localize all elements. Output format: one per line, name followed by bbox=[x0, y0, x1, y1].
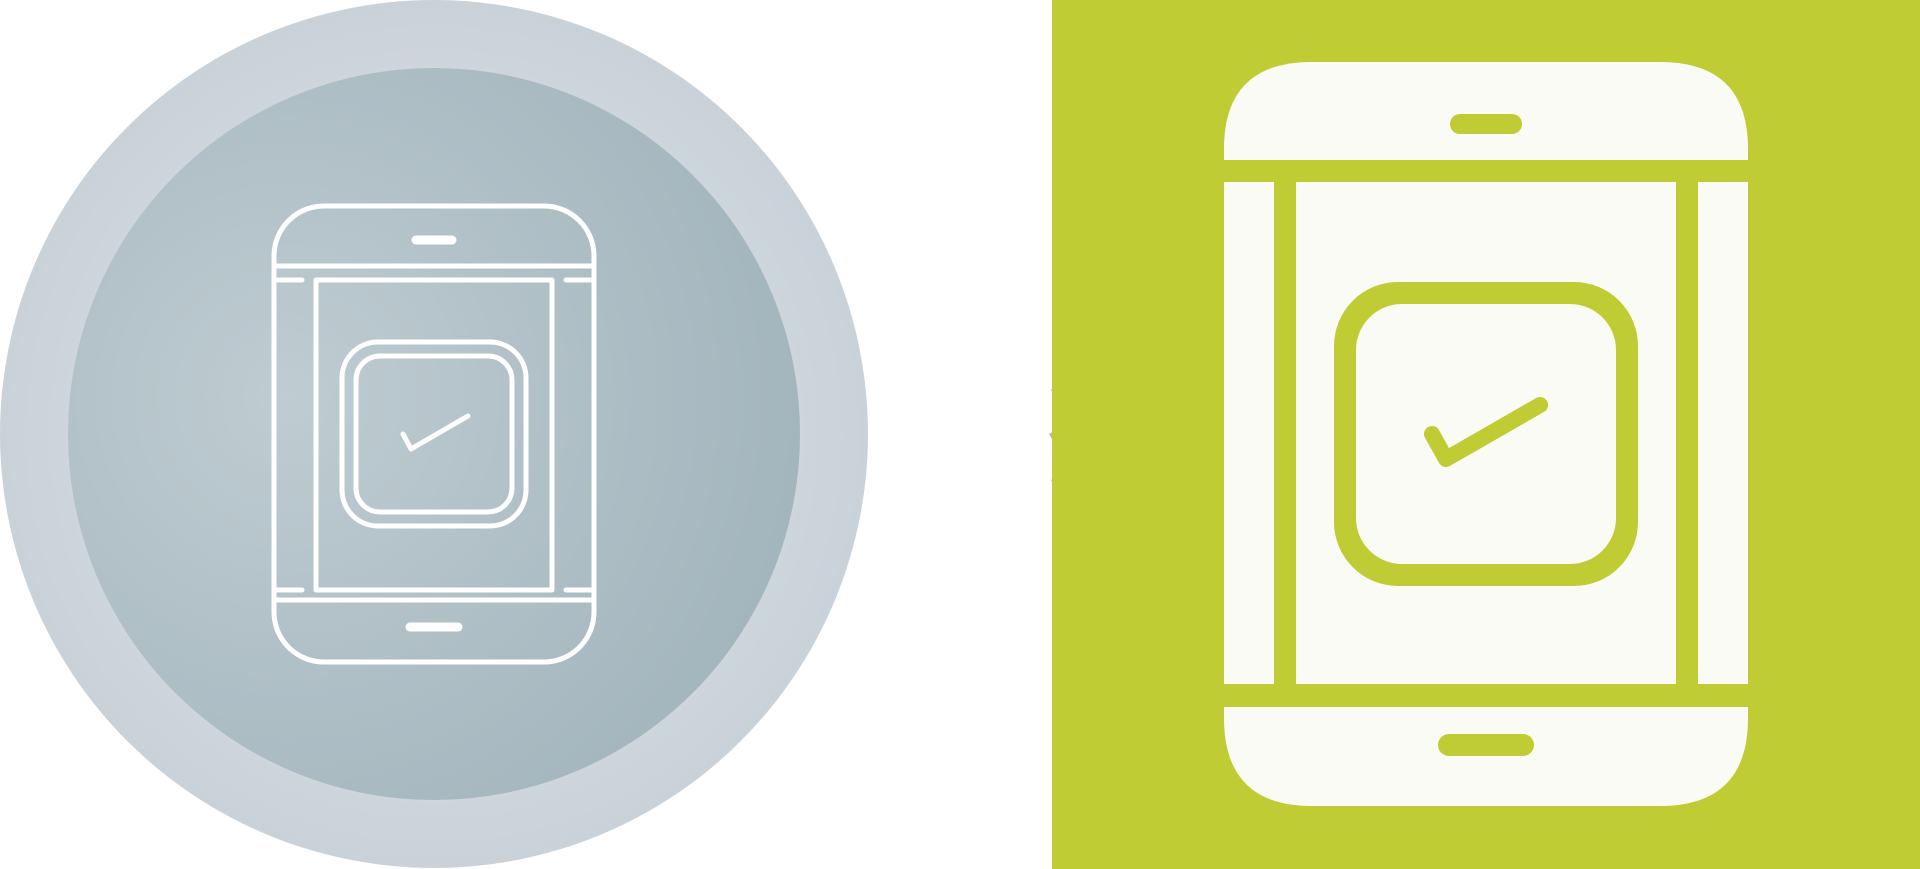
outline-icon-graphic bbox=[0, 0, 868, 868]
glyph-icon-graphic bbox=[1052, 0, 1920, 869]
icon-comparison-canvas bbox=[0, 0, 1920, 869]
outline-icon-panel bbox=[0, 0, 1050, 869]
glyph-icon-panel bbox=[1052, 0, 1920, 869]
